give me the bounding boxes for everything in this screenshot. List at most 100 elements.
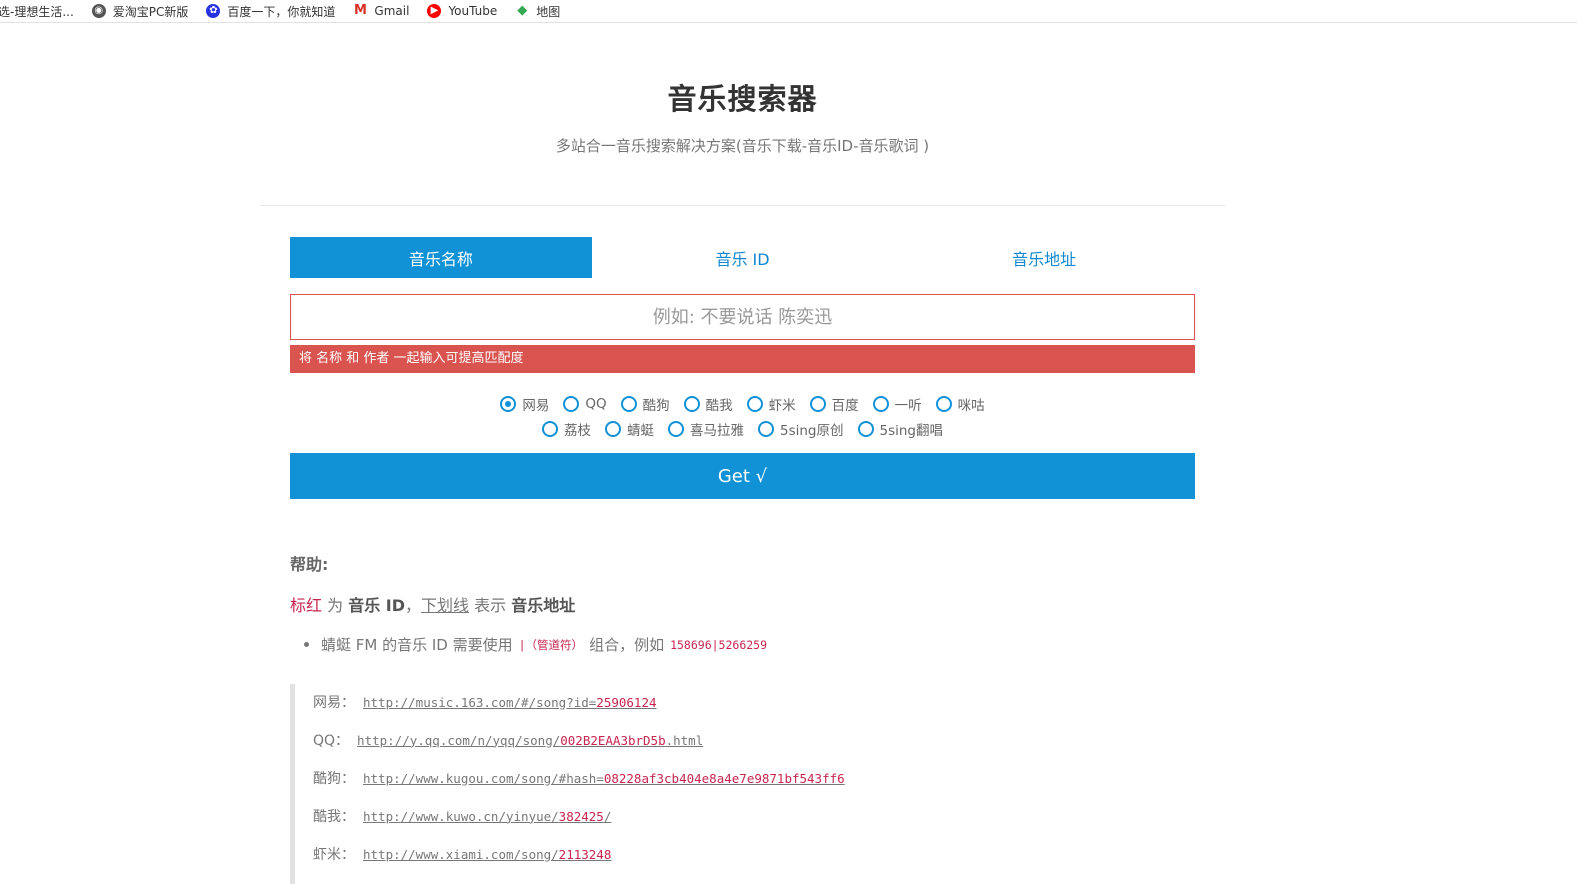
tab-music-id[interactable]: 音乐 ID bbox=[592, 237, 894, 278]
bookmark-2[interactable]: ◉ 爱淘宝PC新版 bbox=[91, 3, 189, 20]
example-link[interactable]: http://www.kugou.com/song/#hash=08228af3… bbox=[363, 771, 845, 786]
search-hint: 将 名称 和 作者 一起输入可提高匹配度 bbox=[290, 345, 1195, 373]
example-link[interactable]: http://music.163.com/#/song?id=25906124 bbox=[363, 695, 657, 710]
url-prefix: http://music.163.com/#/song?id= bbox=[363, 694, 597, 710]
radio-baidu[interactable]: 百度 bbox=[809, 394, 859, 414]
radio-kugou[interactable]: 酷狗 bbox=[620, 394, 670, 414]
radio-netease[interactable]: 网易 bbox=[500, 394, 549, 414]
header-divider bbox=[260, 205, 1225, 206]
example-label: QQ： bbox=[313, 733, 350, 749]
bookmark-5[interactable]: ▶ YouTube bbox=[427, 4, 497, 18]
bookmarks-bar: 选-理想生活... ◉ 爱淘宝PC新版 ✿ 百度一下，你就知道 M Gmail … bbox=[0, 0, 1577, 23]
radio-label: 喜马拉雅 bbox=[690, 423, 744, 439]
help-title: 帮助: bbox=[290, 555, 329, 574]
bookmark-4-label: Gmail bbox=[374, 4, 410, 18]
radio-label: 百度 bbox=[831, 398, 859, 414]
example-row: 酷我： http://www.kuwo.cn/yinyue/382425/ bbox=[313, 806, 611, 826]
tab-music-name[interactable]: 音乐名称 bbox=[290, 237, 592, 278]
radio-label: 荔枝 bbox=[564, 423, 591, 439]
radio-label: 一听 bbox=[894, 398, 922, 414]
url-prefix: http://y.qq.com/n/yqq/song/ bbox=[357, 732, 561, 748]
radio-label: 虾米 bbox=[768, 398, 796, 414]
radio-checked-icon bbox=[500, 396, 517, 412]
url-prefix: http://www.kuwo.cn/yinyue/ bbox=[363, 808, 559, 824]
url-prefix: http://www.kugou.com/song/#hash= bbox=[363, 770, 604, 786]
radio-unchecked-icon bbox=[683, 396, 700, 412]
example-row: 网易： http://music.163.com/#/song?id=25906… bbox=[313, 692, 657, 712]
radio-qq[interactable]: QQ bbox=[563, 394, 607, 414]
radio-unchecked-icon bbox=[746, 396, 763, 412]
search-mode-tabs: 音乐名称 音乐 ID 音乐地址 bbox=[290, 237, 1195, 278]
example-row: QQ： http://y.qq.com/n/yqq/song/002B2EAA3… bbox=[313, 730, 703, 750]
radio-ximalaya[interactable]: 喜马拉雅 bbox=[668, 419, 744, 439]
tab-music-url[interactable]: 音乐地址 bbox=[893, 237, 1195, 278]
legend-text: 为 bbox=[327, 596, 344, 615]
bookmark-1-label: 选-理想生活... bbox=[0, 4, 74, 19]
legend-red-text: 标红 bbox=[290, 596, 323, 615]
examples-blockquote: 网易： http://music.163.com/#/song?id=25906… bbox=[290, 684, 1200, 884]
bookmark-3[interactable]: ✿ 百度一下，你就知道 bbox=[206, 3, 335, 20]
radio-unchecked-icon bbox=[542, 421, 558, 437]
radio-unchecked-icon bbox=[857, 421, 874, 437]
radio-unchecked-icon bbox=[809, 396, 826, 412]
radio-qingting[interactable]: 蜻蜓 bbox=[605, 419, 654, 439]
example-link[interactable]: http://y.qq.com/n/yqq/song/002B2EAA3brD5… bbox=[357, 733, 703, 748]
page-title: 音乐搜索器 bbox=[667, 82, 818, 116]
example-link[interactable]: http://www.xiami.com/song/2113248 bbox=[363, 847, 611, 862]
radio-xiami[interactable]: 虾米 bbox=[746, 394, 796, 414]
url-suffix: / bbox=[603, 808, 612, 824]
bookmark-3-label: 百度一下，你就知道 bbox=[227, 4, 336, 19]
radio-unchecked-icon bbox=[620, 396, 637, 412]
example-code: 158696|5266259 bbox=[670, 637, 768, 652]
legend-text: ， bbox=[405, 596, 422, 615]
bookmark-2-label: 爱淘宝PC新版 bbox=[112, 4, 189, 19]
radio-label: 5sing翻唱 bbox=[879, 423, 944, 439]
bullet-text: 蜻蜓 FM 的音乐 ID 需要使用 bbox=[321, 636, 513, 654]
url-prefix: http://www.xiami.com/song/ bbox=[363, 846, 559, 862]
radio-label: 酷狗 bbox=[642, 398, 670, 414]
url-id: 25906124 bbox=[596, 694, 657, 710]
url-id: 2113248 bbox=[558, 846, 612, 862]
youtube-icon: ▶ bbox=[427, 4, 442, 18]
bookmark-4[interactable]: M Gmail bbox=[353, 3, 410, 19]
radio-unchecked-icon bbox=[605, 421, 621, 437]
bookmark-6[interactable]: ◆ 地图 bbox=[515, 3, 560, 20]
source-radio-group-1: 网易 QQ 酷狗 酷我 虾米 百度 一听 咪咕 bbox=[290, 394, 1195, 414]
url-id: 08228af3cb404e8a4e7e9871bf543ff6 bbox=[603, 770, 845, 786]
url-suffix: .html bbox=[665, 732, 704, 748]
bookmark-6-label: 地图 bbox=[536, 4, 561, 19]
radio-5sing-original[interactable]: 5sing原创 bbox=[758, 419, 844, 439]
radio-5sing-cover[interactable]: 5sing翻唱 bbox=[857, 419, 944, 439]
radio-lizhi[interactable]: 荔枝 bbox=[542, 419, 591, 439]
radio-label: 蜻蜓 bbox=[627, 423, 654, 439]
radio-1ting[interactable]: 一听 bbox=[872, 394, 922, 414]
radio-unchecked-icon bbox=[563, 396, 580, 412]
radio-kuwo[interactable]: 酷我 bbox=[683, 394, 733, 414]
radio-label: 咪咕 bbox=[957, 398, 985, 414]
example-link[interactable]: http://www.kuwo.cn/yinyue/382425/ bbox=[363, 809, 611, 824]
example-label: 虾米： bbox=[313, 847, 355, 863]
example-label: 酷狗： bbox=[313, 771, 355, 787]
page-subtitle: 多站合一音乐搜索解决方案(音乐下载-音乐ID-音乐歌词 ) bbox=[555, 137, 930, 155]
radio-label: 网易 bbox=[522, 398, 550, 414]
radio-migu[interactable]: 咪咕 bbox=[935, 394, 985, 414]
radio-unchecked-icon bbox=[872, 396, 889, 412]
baidu-icon: ✿ bbox=[206, 4, 221, 18]
legend-id-label: 音乐 ID bbox=[348, 596, 406, 615]
bullet-dot bbox=[304, 642, 309, 647]
help-legend: 标红 为 音乐 ID，下划线 表示 音乐地址 bbox=[290, 592, 575, 616]
legend-underline-text: 下划线 bbox=[421, 596, 470, 615]
radio-unchecked-icon bbox=[935, 396, 952, 412]
radio-label: QQ bbox=[585, 396, 607, 412]
url-id: 002B2EAA3brD5b bbox=[560, 732, 666, 748]
example-label: 酷我： bbox=[313, 809, 355, 825]
legend-text: 表示 bbox=[474, 596, 507, 615]
get-button[interactable]: Get √ bbox=[290, 453, 1195, 499]
radio-unchecked-icon bbox=[668, 421, 684, 437]
pipe-code: |（管道符） bbox=[518, 637, 584, 652]
bookmark-1[interactable]: 选-理想生活... bbox=[0, 3, 74, 20]
source-radio-group-2: 荔枝 蜻蜓 喜马拉雅 5sing原创 5sing翻唱 bbox=[290, 419, 1195, 439]
gmail-icon: M bbox=[353, 3, 367, 18]
example-row: 虾米： http://www.xiami.com/song/2113248 bbox=[313, 844, 611, 864]
search-input[interactable] bbox=[290, 294, 1195, 340]
